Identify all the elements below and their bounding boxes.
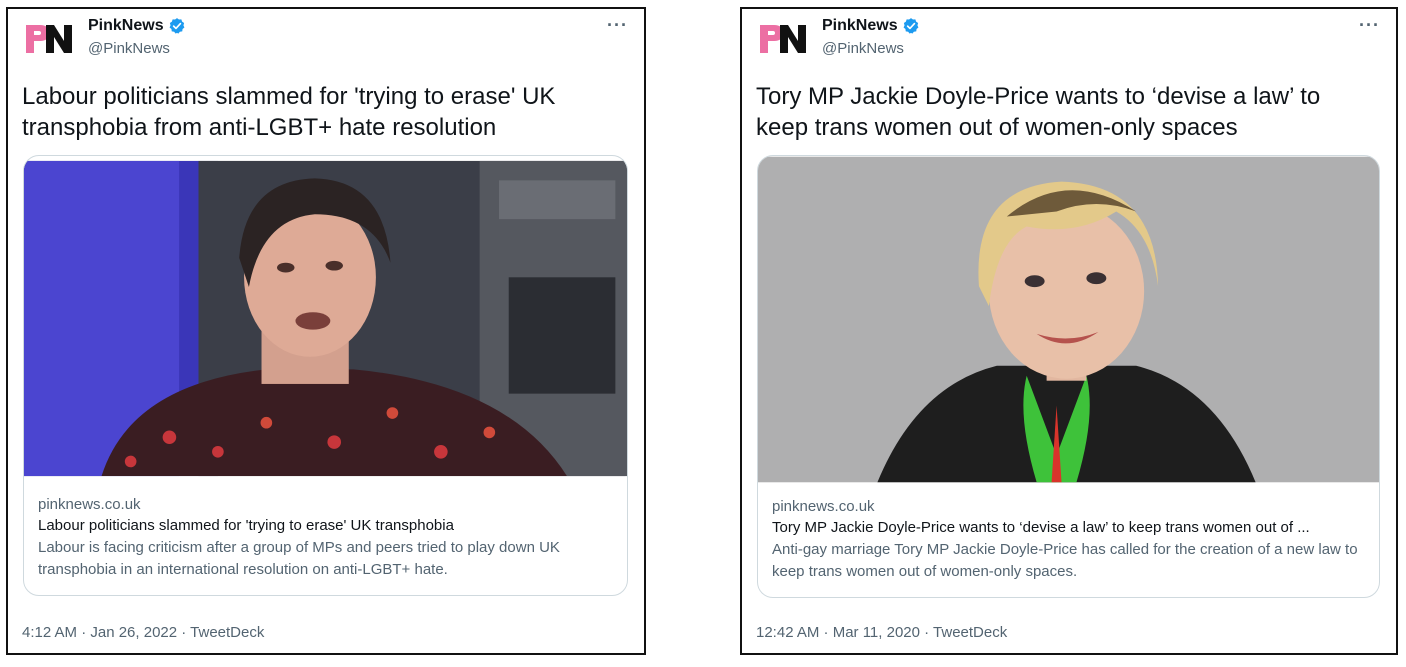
tweet-text: Tory MP Jackie Doyle-Price wants to ‘dev… — [756, 83, 1321, 141]
tweet-timestamp[interactable]: 12:42 AM · Mar 11, 2020 · TweetDeck — [756, 624, 1007, 641]
link-card[interactable]: pinknews.co.uk Tory MP Jackie Doyle-Pric… — [757, 155, 1380, 598]
more-options-icon[interactable]: ··· — [607, 15, 628, 36]
author-name-row[interactable]: PinkNews — [88, 17, 186, 35]
link-card[interactable]: pinknews.co.uk Labour politicians slamme… — [23, 155, 628, 596]
card-image[interactable] — [758, 156, 1379, 483]
author-handle[interactable]: @PinkNews — [822, 40, 904, 57]
more-options-icon[interactable]: ··· — [1359, 15, 1380, 36]
author-name[interactable]: PinkNews — [88, 17, 164, 35]
card-body[interactable]: pinknews.co.uk Tory MP Jackie Doyle-Pric… — [758, 483, 1379, 597]
card-title: Labour politicians slammed for 'trying t… — [38, 517, 454, 534]
card-title: Tory MP Jackie Doyle-Price wants to ‘dev… — [772, 519, 1310, 536]
card-image[interactable] — [24, 156, 627, 481]
verified-badge-icon — [169, 18, 185, 34]
verified-badge-icon — [903, 18, 919, 34]
pinknews-logo[interactable] — [760, 23, 806, 55]
card-domain: pinknews.co.uk — [38, 496, 141, 513]
card-domain: pinknews.co.uk — [772, 498, 875, 515]
author-handle[interactable]: @PinkNews — [88, 40, 170, 57]
card-description: Labour is facing criticism after a group… — [38, 539, 560, 578]
tweet-text: Labour politicians slammed for 'trying t… — [22, 83, 556, 141]
card-description: Anti-gay marriage Tory MP Jackie Doyle-P… — [772, 541, 1358, 580]
tweet-card[interactable]: PinkNews @PinkNews ··· Tory MP Jackie Do… — [740, 7, 1398, 655]
card-body[interactable]: pinknews.co.uk Labour politicians slamme… — [24, 481, 627, 595]
tweet-timestamp[interactable]: 4:12 AM · Jan 26, 2022 · TweetDeck — [22, 624, 264, 641]
tweet-card[interactable]: PinkNews @PinkNews ··· Labour politician… — [6, 7, 646, 655]
author-name-row[interactable]: PinkNews — [822, 17, 920, 35]
author-name[interactable]: PinkNews — [822, 17, 898, 35]
pinknews-logo[interactable] — [26, 23, 72, 55]
